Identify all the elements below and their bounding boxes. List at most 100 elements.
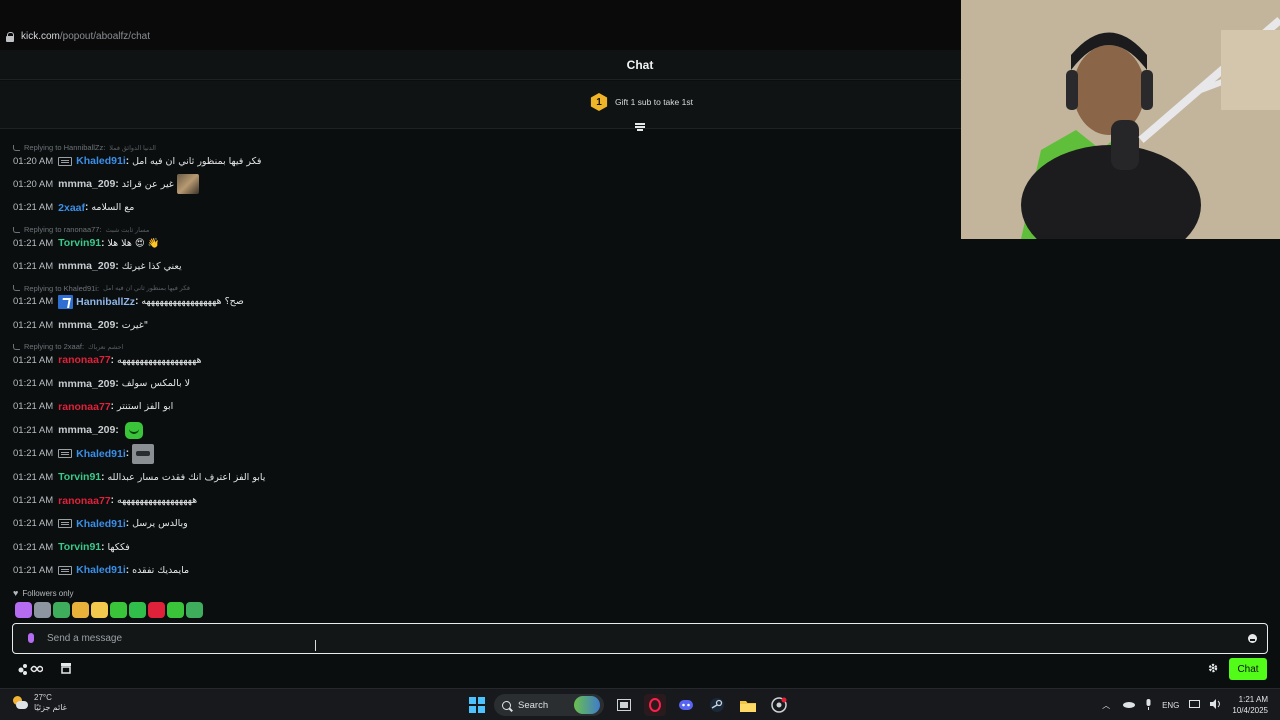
message-text: فكر فيها بمنظور ثاني ان فيه امل xyxy=(132,155,262,167)
message-username[interactable]: Khaled91i xyxy=(76,518,126,530)
message-username[interactable]: Khaled91i xyxy=(76,155,126,167)
message-username[interactable]: Torvin91 xyxy=(58,541,101,553)
file-explorer-icon[interactable] xyxy=(737,694,759,716)
tray-overflow-icon[interactable]: ︿ xyxy=(1102,700,1110,711)
streamer-webcam-image xyxy=(961,0,1280,239)
volume-icon[interactable] xyxy=(1210,699,1222,711)
input-language[interactable]: ENG xyxy=(1162,701,1179,710)
message-username[interactable]: Khaled91i xyxy=(76,564,126,576)
chat-message[interactable]: 01:21 AM Khaled91i: xyxy=(13,443,155,464)
message-colon: : xyxy=(110,401,115,413)
reply-context[interactable]: Replying to HanniballZz: الدنيا الدوائق ف… xyxy=(13,143,156,152)
message-colon: : xyxy=(101,237,105,249)
message-input-box[interactable] xyxy=(12,623,1268,654)
settings-gear-icon[interactable] xyxy=(1207,662,1219,674)
message-username[interactable]: 2xaaf xyxy=(58,202,85,214)
chat-message[interactable]: 01:21 AM Torvin91: هلا هلا 😍 👋 xyxy=(13,235,160,251)
emoji-picker-icon[interactable] xyxy=(1248,634,1257,643)
chrome-icon[interactable] xyxy=(768,694,790,716)
opera-gx-icon[interactable] xyxy=(644,694,666,716)
message-colon: : xyxy=(115,178,119,190)
clock-date: 10/4/2025 xyxy=(1232,706,1268,715)
gift-sub-prompt[interactable]: 1 Gift 1 sub to take 1st xyxy=(590,93,693,111)
quick-emote-icon[interactable] xyxy=(148,602,165,618)
send-chat-button[interactable]: Chat xyxy=(1229,658,1267,680)
quick-actions-icon[interactable] xyxy=(17,662,43,676)
message-username[interactable]: ranonaa77 xyxy=(58,401,111,413)
quick-emote-icon[interactable] xyxy=(91,602,108,618)
message-input[interactable] xyxy=(47,630,1227,647)
chat-message[interactable]: 01:21 AM Khaled91i: وبالدس يرسل xyxy=(13,516,188,532)
message-colon: : xyxy=(115,378,119,390)
chat-message[interactable]: 01:21 AM ranonaa77: ههههههههههههههههههه xyxy=(13,352,202,368)
chat-message[interactable]: 01:20 AM Khaled91i: فكر فيها بمنظور ثاني ا… xyxy=(13,153,261,169)
quick-emote-bar xyxy=(15,602,203,618)
reply-context[interactable]: Replying to Khaled91i: فكر فيها بمنظور ثا… xyxy=(13,284,190,293)
message-username[interactable]: ranonaa77 xyxy=(58,495,111,507)
chat-message[interactable]: 01:21 AM 2xaaf: مع السلامه xyxy=(13,200,134,216)
quick-emote-icon[interactable] xyxy=(129,602,146,618)
chat-message[interactable]: 01:21 AM mmma_209: xyxy=(13,421,143,439)
followers-only-notice: ♥ Followers only xyxy=(13,588,73,598)
onedrive-icon[interactable] xyxy=(1122,700,1136,710)
reply-icon xyxy=(13,285,20,292)
message-username[interactable]: ranonaa77 xyxy=(58,354,111,366)
store-icon[interactable] xyxy=(60,662,72,674)
chat-message[interactable]: 01:21 AM Torvin91: يابو الفز اعترف انك فقد… xyxy=(13,469,265,485)
quick-emote-icon[interactable] xyxy=(15,602,32,618)
chat-message[interactable]: 01:21 AM Torvin91: فككها xyxy=(13,539,130,555)
quick-emote-icon[interactable] xyxy=(110,602,127,618)
message-username[interactable]: Torvin91 xyxy=(58,471,101,483)
chat-message[interactable]: 01:21 AM mmma_209: لا بالمكس سولف xyxy=(13,376,190,392)
kick-emote-icon xyxy=(124,421,143,439)
reply-context[interactable]: Replying to 2xaaf: احشم نعرباك xyxy=(13,342,123,351)
reply-icon xyxy=(13,144,20,151)
quick-emote-icon[interactable] xyxy=(186,602,203,618)
message-text: فككها xyxy=(107,541,130,553)
message-text: غيرت" xyxy=(121,319,149,331)
microphone-icon[interactable] xyxy=(1145,698,1152,712)
taskbar-search[interactable]: Search xyxy=(494,694,604,716)
url-display[interactable]: kick.com/popout/aboalfz/chat xyxy=(6,31,150,42)
message-colon: : xyxy=(125,518,130,530)
windows-start-icon[interactable] xyxy=(469,697,485,713)
mic-icon[interactable] xyxy=(28,633,34,643)
message-username[interactable]: mmma_209 xyxy=(58,319,115,331)
message-time: 01:21 AM xyxy=(13,518,54,530)
discord-icon[interactable] xyxy=(675,694,697,716)
message-text: هلا هلا 😍 👋 xyxy=(107,237,160,249)
display-icon[interactable] xyxy=(1189,699,1201,711)
reply-to-label: Replying to ranonaa77: xyxy=(24,225,102,235)
subscriber-badge-icon xyxy=(58,156,73,166)
chat-message[interactable]: 01:21 AM ranonaa77: هههههههههههههههههه xyxy=(13,493,197,509)
message-username[interactable]: Torvin91 xyxy=(58,237,101,249)
chat-filter-icon[interactable] xyxy=(635,123,645,133)
quick-emote-icon[interactable] xyxy=(72,602,89,618)
message-time: 01:21 AM xyxy=(13,296,54,308)
reply-context[interactable]: Replying to ranonaa77: مسار ثابت شبث xyxy=(13,225,149,234)
quick-emote-icon[interactable] xyxy=(34,602,51,618)
message-username[interactable]: mmma_209 xyxy=(58,424,115,436)
quick-emote-icon[interactable] xyxy=(53,602,70,618)
message-username[interactable]: mmma_209 xyxy=(58,178,115,190)
message-colon: : xyxy=(101,471,105,483)
chat-message[interactable]: 01:21 AM HanniballZz: صح؟ هههههههههههههههه… xyxy=(13,294,244,310)
quick-emote-icon[interactable] xyxy=(167,602,184,618)
chat-message[interactable]: 01:21 AM Khaled91i: مايمديك تفقده xyxy=(13,562,189,578)
message-time: 01:20 AM xyxy=(13,155,54,167)
message-username[interactable]: HanniballZz xyxy=(76,296,135,308)
task-view-icon[interactable] xyxy=(613,694,635,716)
steam-icon[interactable] xyxy=(706,694,728,716)
weather-widget[interactable]: 27°C غائم جزئيًا xyxy=(12,693,67,713)
message-colon: : xyxy=(115,319,119,331)
chat-message[interactable]: 01:21 AM mmma_209: غيرت" xyxy=(13,317,148,333)
text-cursor-icon xyxy=(315,640,317,651)
message-username[interactable]: mmma_209 xyxy=(58,260,115,272)
system-clock[interactable]: 1:21 AM 10/4/2025 xyxy=(1232,694,1268,716)
message-username[interactable]: Khaled91i xyxy=(76,448,126,460)
chat-message[interactable]: 01:21 AM ranonaa77: ابو الفز استنتر xyxy=(13,399,173,415)
chat-message[interactable]: 01:21 AM mmma_209: يعني كذا غيرتك xyxy=(13,258,182,274)
message-text: لا بالمكس سولف xyxy=(121,378,191,390)
message-username[interactable]: mmma_209 xyxy=(58,378,115,390)
chat-message[interactable]: 01:20 AM mmma_209: غير عن قرائد xyxy=(13,174,199,195)
